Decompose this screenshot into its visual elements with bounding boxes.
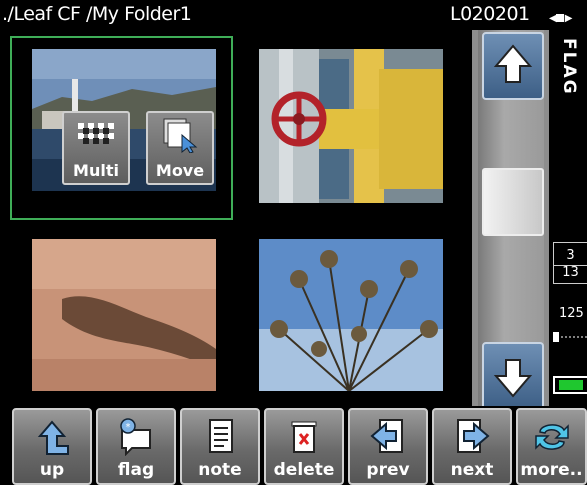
scroll-down-button[interactable] (482, 342, 544, 410)
thumbnail-2[interactable] (237, 36, 460, 220)
prev-button[interactable]: prev (348, 408, 428, 485)
note-icon (209, 419, 233, 453)
toolbar: up * flag note delete prev next more.. (0, 406, 587, 485)
title-bar: ./Leaf CF /My Folder1 L020201 ◀ ▶ (0, 0, 587, 30)
thumbnail-grid: Multi Move (0, 30, 472, 406)
grid-icon (78, 123, 114, 144)
next-button[interactable]: next (432, 408, 512, 485)
status-strip: FLAG 3 13 125 (549, 30, 587, 406)
flag-icon: * (120, 418, 151, 456)
arrow-down-icon (493, 359, 533, 398)
prev-label: prev (366, 460, 410, 480)
up-button[interactable]: up (12, 408, 92, 485)
counter-current: 3 (566, 248, 575, 263)
multi-label: Multi (73, 161, 119, 180)
note-button[interactable]: note (180, 408, 260, 485)
thumbnail-1[interactable]: Multi Move (10, 36, 233, 220)
refresh-icon (534, 424, 569, 450)
multi-button[interactable]: Multi (62, 111, 130, 185)
valve-photo (259, 49, 443, 203)
up-label: up (39, 460, 65, 480)
move-label: Move (155, 161, 205, 180)
scrollbar[interactable] (472, 30, 549, 410)
thumbnail-4[interactable] (237, 221, 460, 405)
move-button[interactable]: Move (146, 111, 214, 185)
more-button[interactable]: more.. (516, 408, 587, 485)
delete-label: delete (273, 460, 335, 480)
scroll-up-button[interactable] (482, 32, 544, 100)
plant-photo (259, 239, 443, 391)
sand-photo (32, 239, 216, 391)
next-label: next (450, 460, 494, 480)
more-label: more.. (520, 460, 583, 480)
image-counter: 3 13 (553, 242, 587, 284)
battery-fill (559, 380, 583, 390)
thumbnail-3[interactable] (10, 221, 233, 405)
image-code: L020201 (450, 3, 530, 25)
svg-text:*: * (126, 422, 131, 433)
flag-button[interactable]: * flag (96, 408, 176, 485)
trash-icon (291, 421, 317, 453)
folder-path: ./Leaf CF /My Folder1 (2, 3, 192, 25)
next-icon (457, 419, 490, 453)
iso-slider-icon (553, 332, 587, 342)
battery-icon (553, 376, 587, 394)
delete-button[interactable]: delete (264, 408, 344, 485)
flag-label: flag (117, 460, 155, 480)
nav-arrows-icon: ◀ ▶ (549, 13, 572, 24)
move-icon (163, 118, 198, 153)
folder-up-icon (37, 420, 69, 455)
note-label: note (198, 460, 242, 480)
prev-icon (370, 419, 403, 453)
arrow-up-icon (493, 44, 533, 83)
counter-total: 13 (554, 265, 587, 280)
scroll-thumb[interactable] (482, 168, 544, 236)
iso-value: 125 (559, 306, 584, 321)
flag-indicator: FLAG (559, 38, 579, 96)
